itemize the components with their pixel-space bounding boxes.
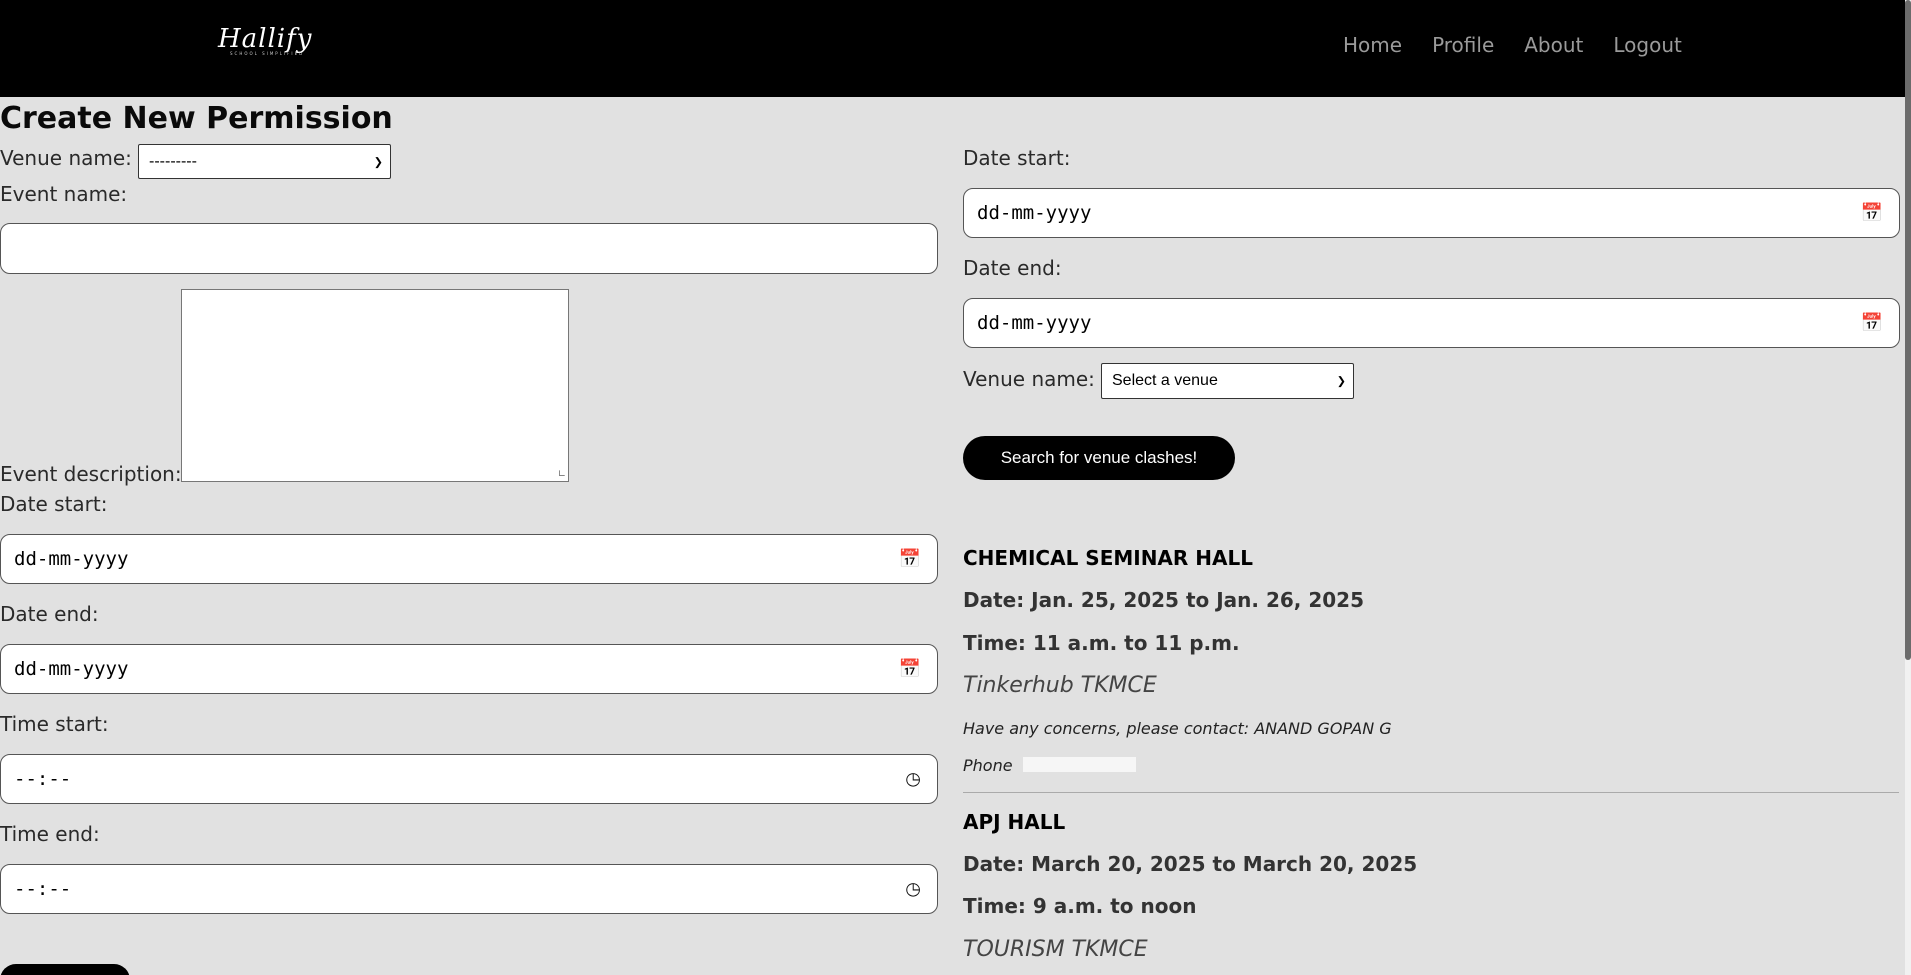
nav-logout-link[interactable]: Logout	[1613, 33, 1681, 57]
nav-home-link[interactable]: Home	[1343, 33, 1402, 57]
nav-profile-link[interactable]: Profile	[1432, 33, 1494, 57]
clash-divider	[963, 792, 1899, 793]
date-start-placeholder: dd-mm-yyyy	[14, 548, 129, 570]
search-date-start-label: Date start:	[963, 146, 1071, 170]
clash-date: Date: March 20, 2025 to March 20, 2025	[963, 852, 1418, 876]
chevron-down-icon: ❯	[1336, 375, 1346, 388]
search-venue-clashes-button[interactable]: Search for venue clashes!	[963, 436, 1235, 480]
search-date-end-placeholder: dd-mm-yyyy	[977, 312, 1092, 334]
search-venue-label: Venue name:	[963, 367, 1095, 391]
logo-tagline: SCHOOL SIMPLIFIED	[230, 51, 305, 56]
search-date-start-placeholder: dd-mm-yyyy	[977, 202, 1092, 224]
date-end-label: Date end:	[0, 602, 99, 626]
resize-grip-icon[interactable]: ∟	[558, 469, 566, 480]
date-end-placeholder: dd-mm-yyyy	[14, 658, 129, 680]
nav-about-link[interactable]: About	[1524, 33, 1583, 57]
search-date-end-input[interactable]: dd-mm-yyyy 📅	[963, 298, 1900, 348]
calendar-icon[interactable]: 📅	[899, 549, 921, 570]
event-description-label: Event description:	[0, 462, 182, 486]
clock-icon[interactable]: ◷	[905, 879, 921, 900]
chevron-down-icon: ❯	[373, 156, 383, 168]
date-end-input[interactable]: dd-mm-yyyy 📅	[0, 644, 938, 694]
nav-links: Home Profile About Logout	[1343, 33, 1682, 57]
clash-venue-title: APJ HALL	[963, 810, 1066, 834]
clock-icon[interactable]: ◷	[905, 769, 921, 790]
time-end-placeholder: --:--	[14, 878, 72, 900]
time-end-input[interactable]: --:-- ◷	[0, 864, 938, 914]
time-start-input[interactable]: --:-- ◷	[0, 754, 938, 804]
date-start-label: Date start:	[0, 492, 108, 516]
scrollbar-thumb[interactable]	[1905, 0, 1911, 660]
calendar-icon[interactable]: 📅	[1861, 203, 1883, 224]
page-title: Create New Permission	[0, 101, 393, 136]
time-end-label: Time end:	[0, 822, 100, 846]
calendar-icon[interactable]: 📅	[1861, 313, 1883, 334]
clash-phone: Phone	[963, 756, 1013, 775]
search-date-start-input[interactable]: dd-mm-yyyy 📅	[963, 188, 1900, 238]
search-venue-select-value: Select a venue	[1112, 372, 1218, 389]
time-start-placeholder: --:--	[14, 768, 72, 790]
navbar: Hallify SCHOOL SIMPLIFIED Home Profile A…	[0, 0, 1905, 97]
redacted-phone-number	[1023, 757, 1136, 772]
time-start-label: Time start:	[0, 712, 109, 736]
event-description-textarea[interactable]: ∟	[181, 289, 569, 482]
submit-button[interactable]	[0, 964, 130, 975]
page-scrollbar[interactable]	[1905, 0, 1911, 975]
clash-contact: Have any concerns, please contact: ANAND…	[963, 719, 1392, 738]
search-venue-select[interactable]: Select a venue ❯	[1101, 363, 1354, 399]
clash-venue-title: CHEMICAL SEMINAR HALL	[963, 546, 1253, 570]
event-name-label: Event name:	[0, 182, 128, 206]
venue-select[interactable]: --------- ❯	[138, 144, 391, 179]
search-date-end-label: Date end:	[963, 256, 1062, 280]
venue-name-label: Venue name:	[0, 146, 132, 170]
clash-time: Time: 9 a.m. to noon	[963, 894, 1197, 918]
hallify-logo[interactable]: Hallify	[218, 24, 312, 54]
clash-time: Time: 11 a.m. to 11 p.m.	[963, 631, 1240, 655]
date-start-input[interactable]: dd-mm-yyyy 📅	[0, 534, 938, 584]
clash-date: Date: Jan. 25, 2025 to Jan. 26, 2025	[963, 588, 1364, 612]
venue-select-value: ---------	[149, 152, 197, 170]
event-name-input[interactable]	[0, 223, 938, 274]
clash-organization: TOURISM TKMCE	[963, 937, 1148, 962]
clash-organization: Tinkerhub TKMCE	[963, 673, 1157, 698]
calendar-icon[interactable]: 📅	[899, 659, 921, 680]
